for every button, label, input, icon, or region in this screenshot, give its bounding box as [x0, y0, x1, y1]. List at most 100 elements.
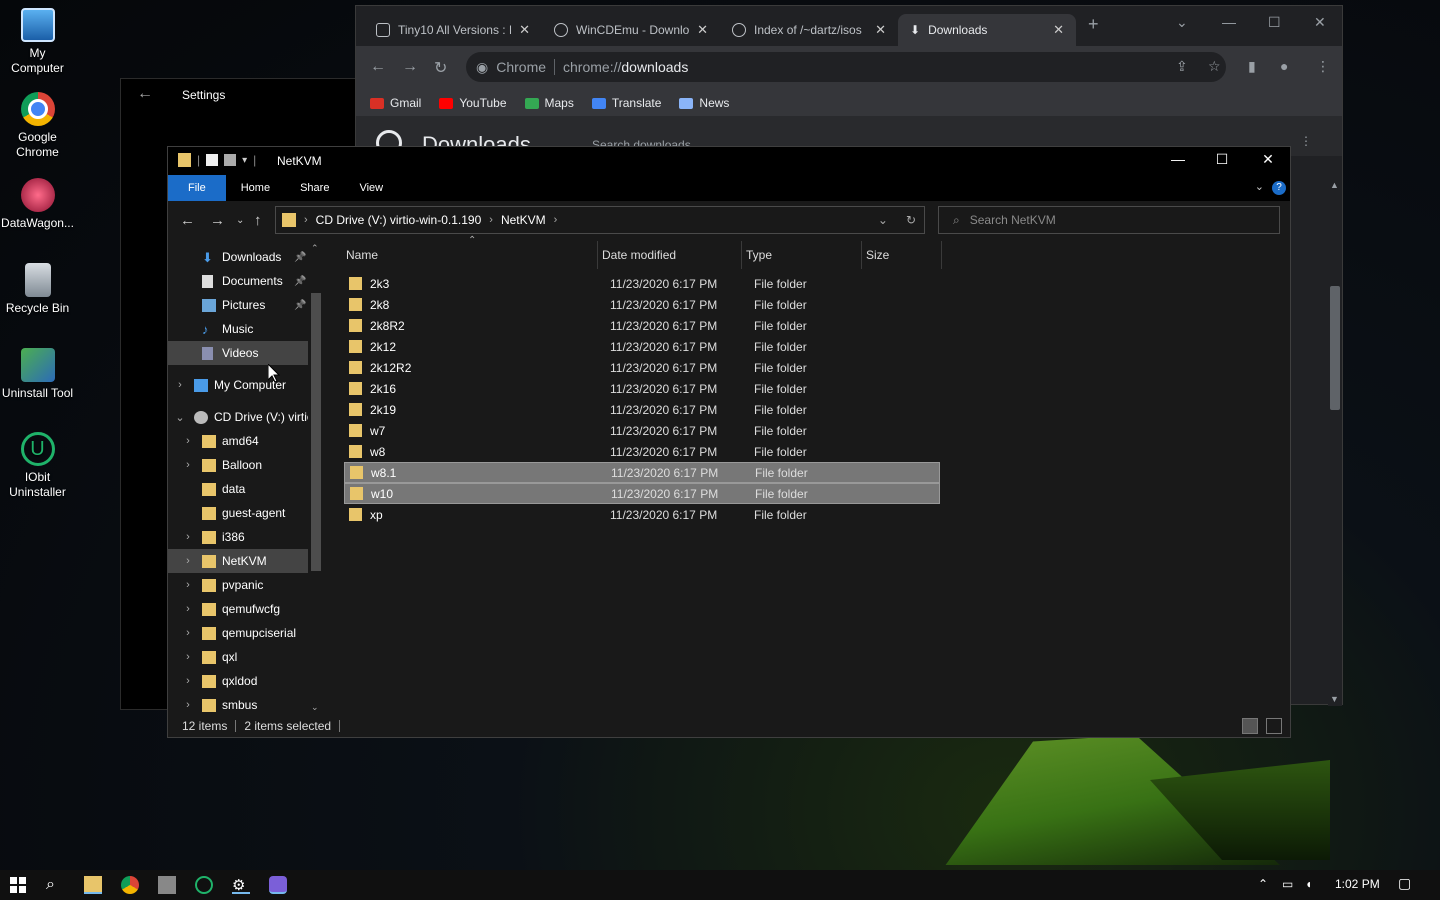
- bookmark-news[interactable]: News: [679, 96, 729, 110]
- file-row[interactable]: 2k19 11/23/2020 6:17 PM File folder: [344, 399, 940, 420]
- recent-locations-icon[interactable]: ⌄: [236, 215, 244, 226]
- nav-item-qemupciserial[interactable]: › qemupciserial: [168, 621, 308, 645]
- desktop-icon-iobit-uninstaller[interactable]: U IObit Uninstaller: [0, 432, 75, 500]
- address-bar[interactable]: › CD Drive (V:) virtio-win-0.1.190 › Net…: [275, 206, 925, 234]
- nav-item-pvpanic[interactable]: › pvpanic: [168, 573, 308, 597]
- chevron-right-icon[interactable]: ›: [182, 627, 194, 639]
- large-icons-view-icon[interactable]: [1266, 718, 1282, 734]
- nav-item-netkvm[interactable]: › NetKVM: [168, 549, 308, 573]
- chevron-down-icon[interactable]: ⌄: [174, 411, 186, 424]
- scroll-down-icon[interactable]: ⌄: [311, 702, 319, 713]
- nav-item-documents[interactable]: Documents 📌: [168, 269, 308, 293]
- nav-item-smbus[interactable]: › smbus: [168, 693, 308, 715]
- reload-icon[interactable]: ↻: [434, 58, 447, 78]
- file-row[interactable]: 2k3 11/23/2020 6:17 PM File folder: [344, 273, 940, 294]
- file-row[interactable]: w10 11/23/2020 6:17 PM File folder: [344, 483, 940, 504]
- desktop-icon-recycle-bin[interactable]: Recycle Bin: [0, 263, 75, 316]
- close-icon[interactable]: ✕: [875, 22, 886, 38]
- nav-item-i386[interactable]: › i386: [168, 525, 308, 549]
- minimize-icon[interactable]: —: [1222, 14, 1236, 30]
- chevron-right-icon[interactable]: ›: [182, 459, 194, 471]
- column-size[interactable]: Size: [862, 241, 942, 269]
- nav-item-qxldod[interactable]: › qxldod: [168, 669, 308, 693]
- forward-icon[interactable]: →: [402, 58, 418, 76]
- app-taskbar-icon[interactable]: [269, 876, 287, 894]
- column-type[interactable]: Type: [742, 241, 862, 269]
- back-icon[interactable]: ←: [180, 212, 195, 229]
- close-icon[interactable]: ✕: [1053, 22, 1064, 38]
- close-icon[interactable]: ✕: [697, 22, 708, 38]
- chrome-tab-tiny10[interactable]: Tiny10 All Versions : F ✕: [364, 14, 542, 46]
- close-icon[interactable]: ✕: [519, 22, 530, 38]
- refresh-icon[interactable]: ↻: [906, 213, 916, 227]
- scrollbar-thumb[interactable]: [1330, 286, 1340, 410]
- file-row[interactable]: 2k12R2 11/23/2020 6:17 PM File folder: [344, 357, 940, 378]
- chevron-right-icon[interactable]: ›: [489, 214, 493, 226]
- nav-item-qxl[interactable]: › qxl: [168, 645, 308, 669]
- properties-icon[interactable]: [206, 154, 219, 166]
- file-row[interactable]: w7 11/23/2020 6:17 PM File folder: [344, 420, 940, 441]
- side-panel-icon[interactable]: ▮: [1248, 58, 1256, 75]
- file-explorer-taskbar-icon[interactable]: [84, 876, 102, 894]
- breadcrumb-cd-drive[interactable]: CD Drive (V:) virtio-win-0.1.190: [316, 213, 482, 227]
- nav-item-cd-drive-v-virtio[interactable]: ⌄ CD Drive (V:) virtio: [168, 405, 313, 429]
- chevron-up-icon[interactable]: ⌃: [1258, 877, 1268, 891]
- file-row[interactable]: 2k16 11/23/2020 6:17 PM File folder: [344, 378, 940, 399]
- file-row[interactable]: w8.1 11/23/2020 6:17 PM File folder: [344, 462, 940, 483]
- volume-icon[interactable]: ◖: [1305, 877, 1312, 891]
- file-row[interactable]: xp 11/23/2020 6:17 PM File folder: [344, 504, 940, 525]
- tab-search-icon[interactable]: ⌄: [1176, 14, 1188, 31]
- nav-item-balloon[interactable]: › Balloon: [168, 453, 308, 477]
- scroll-up-icon[interactable]: ⌃: [311, 243, 319, 254]
- nav-item-amd64[interactable]: › amd64: [168, 429, 308, 453]
- scrollbar-thumb[interactable]: [311, 293, 321, 571]
- chevron-right-icon[interactable]: ›: [182, 579, 194, 591]
- navigation-pane-scrollbar[interactable]: ⌃ ⌄: [308, 241, 324, 715]
- address-history-icon[interactable]: ⌄: [878, 213, 888, 227]
- forward-icon[interactable]: →: [210, 212, 225, 229]
- menu-icon[interactable]: ⋮: [1316, 58, 1330, 75]
- column-date-modified[interactable]: Date modified: [598, 241, 742, 269]
- bookmark-translate[interactable]: Translate: [591, 96, 661, 110]
- back-icon[interactable]: ←: [370, 58, 386, 76]
- bookmark-gmail[interactable]: Gmail: [370, 96, 421, 110]
- chevron-right-icon[interactable]: ›: [174, 379, 186, 391]
- minimize-icon[interactable]: —: [1163, 151, 1193, 167]
- file-row[interactable]: 2k12 11/23/2020 6:17 PM File folder: [344, 336, 940, 357]
- chevron-right-icon[interactable]: ›: [182, 675, 194, 687]
- new-folder-icon[interactable]: [224, 154, 237, 166]
- chevron-right-icon[interactable]: ›: [182, 555, 194, 567]
- search-input[interactable]: ⌕ Search NetKVM: [938, 206, 1280, 234]
- scroll-up-icon[interactable]: ▲: [1330, 180, 1339, 190]
- chevron-right-icon[interactable]: ›: [182, 435, 194, 447]
- bookmark-maps[interactable]: Maps: [524, 96, 574, 110]
- chevron-right-icon[interactable]: ›: [182, 651, 194, 663]
- file-row[interactable]: 2k8R2 11/23/2020 6:17 PM File folder: [344, 315, 940, 336]
- desktop-icon-uninstall-tool[interactable]: Uninstall Tool: [0, 348, 75, 401]
- nav-item-music[interactable]: ♪ Music: [168, 317, 308, 341]
- profile-icon[interactable]: ●: [1280, 58, 1288, 74]
- tab-share[interactable]: Share: [285, 175, 344, 201]
- chevron-right-icon[interactable]: ›: [182, 699, 194, 711]
- iobit-taskbar-icon[interactable]: [195, 876, 213, 894]
- chevron-right-icon[interactable]: ›: [182, 603, 194, 615]
- chrome-tab-index-of[interactable]: Index of /~dartz/isos ✕: [720, 14, 898, 46]
- bookmark-youtube[interactable]: YouTube: [439, 96, 507, 110]
- details-view-icon[interactable]: [1242, 718, 1258, 734]
- bookmark-star-icon[interactable]: ☆: [1208, 58, 1221, 75]
- nav-item-pictures[interactable]: Pictures 📌: [168, 293, 308, 317]
- maximize-icon[interactable]: ☐: [1207, 151, 1237, 168]
- desktop-icon-datawagon[interactable]: DataWagon...: [0, 178, 75, 231]
- nav-item-data[interactable]: data: [168, 477, 308, 501]
- share-icon[interactable]: ⇪: [1176, 58, 1188, 75]
- file-row[interactable]: 2k8 11/23/2020 6:17 PM File folder: [344, 294, 940, 315]
- close-window-icon[interactable]: ✕: [1314, 14, 1326, 31]
- file-row[interactable]: w8 11/23/2020 6:17 PM File folder: [344, 441, 940, 462]
- more-icon[interactable]: ⋮: [1300, 134, 1312, 148]
- nav-item-qemufwcfg[interactable]: › qemufwcfg: [168, 597, 308, 621]
- up-icon[interactable]: ↑: [254, 212, 262, 229]
- breadcrumb-netkvm[interactable]: NetKVM: [501, 213, 546, 227]
- search-icon[interactable]: ⌕: [46, 876, 64, 894]
- tab-view[interactable]: View: [344, 175, 398, 201]
- chevron-right-icon[interactable]: ›: [182, 531, 194, 543]
